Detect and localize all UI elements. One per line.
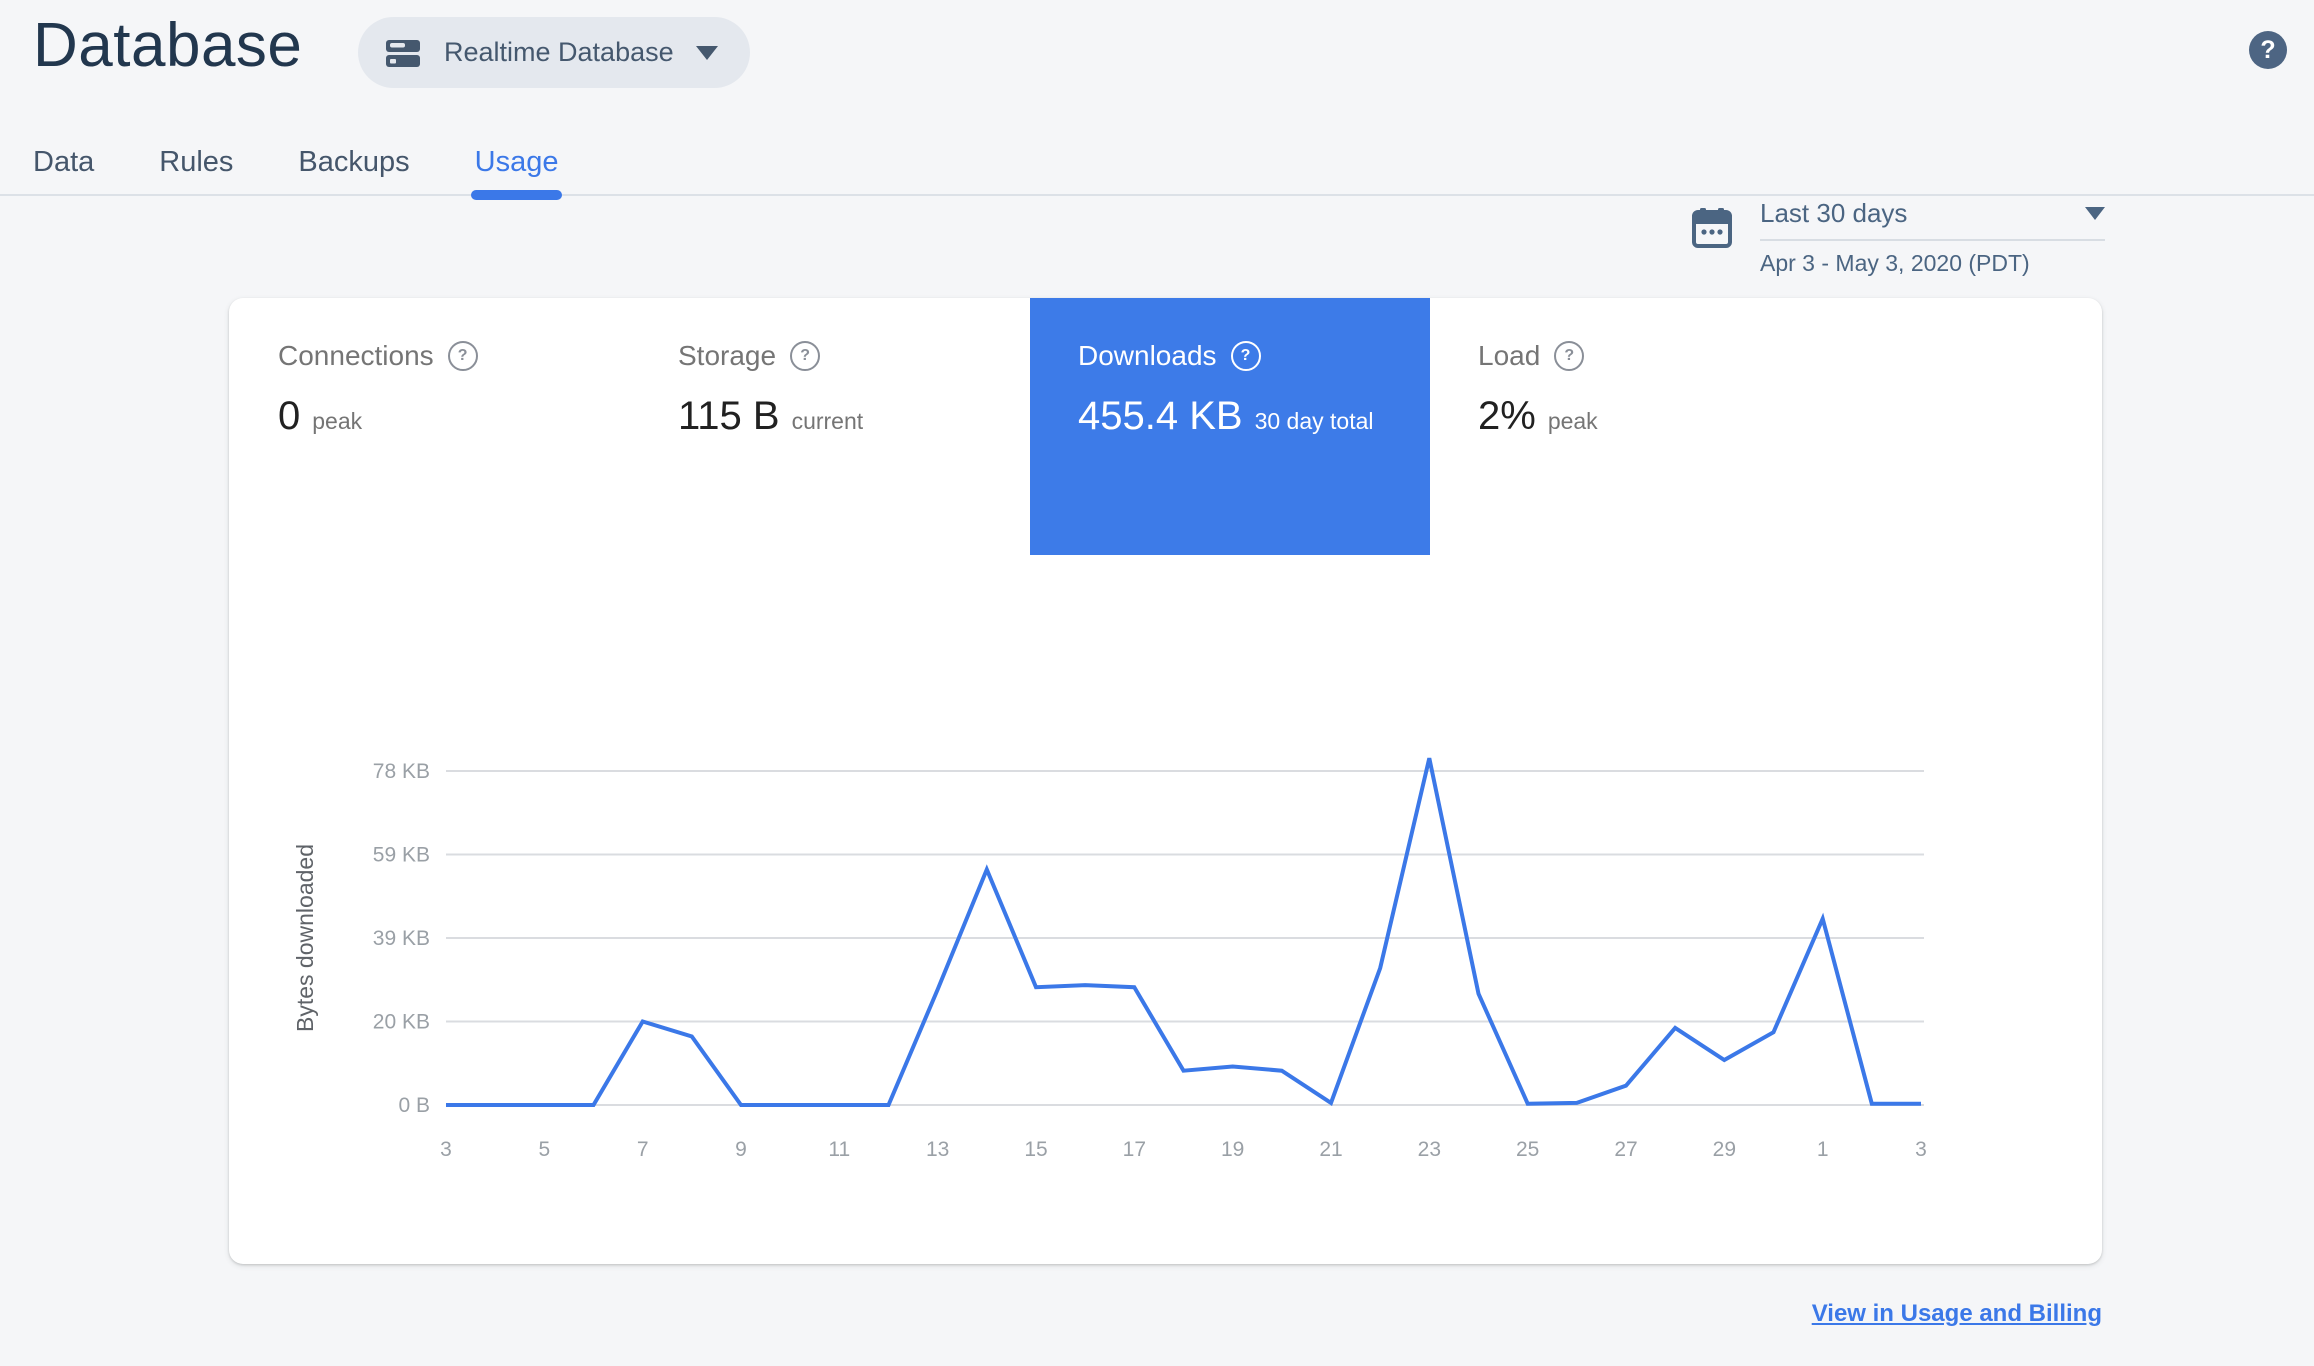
metric-label: Load [1478, 340, 1541, 371]
help-icon[interactable]: ? [447, 341, 478, 371]
metric-tab-storage[interactable]: Storage ? 115 B current [630, 298, 1030, 555]
metric-tabs: Connections ? 0 peak Storage ? 115 B cur… [230, 298, 1830, 555]
svg-text:19: 19 [1221, 1138, 1244, 1161]
svg-text:15: 15 [1024, 1138, 1047, 1161]
chevron-down-icon [2085, 207, 2105, 220]
svg-text:0 B: 0 B [398, 1094, 430, 1117]
date-range-selector[interactable]: Last 30 days Apr 3 - May 3, 2020 (PDT) [1690, 198, 2105, 277]
svg-text:3: 3 [440, 1138, 452, 1161]
metric-value: 2% [1478, 394, 1536, 438]
tab-label: Usage [474, 145, 559, 178]
svg-text:21: 21 [1319, 1138, 1342, 1161]
metric-tab-downloads[interactable]: Downloads ? 455.4 KB 30 day total [1030, 298, 1430, 555]
svg-text:7: 7 [637, 1138, 649, 1161]
usage-card: 0 B 20 KB 39 KB 59 KB 78 KB 3 5 7 9 11 13 15 17 19 21 2… [229, 298, 2102, 1264]
svg-text:29: 29 [1713, 1138, 1736, 1161]
help-icon[interactable]: ? [790, 341, 821, 371]
help-icon[interactable]: ? [1230, 341, 1261, 371]
tab-label: Data [33, 145, 95, 178]
svg-text:9: 9 [735, 1138, 747, 1161]
date-range-text: Last 30 days Apr 3 - May 3, 2020 (PDT) [1760, 198, 2105, 277]
svg-text:23: 23 [1418, 1138, 1441, 1161]
svg-text:13: 13 [926, 1138, 949, 1161]
metric-unit: 30 day total [1254, 408, 1374, 434]
metric-label: Downloads [1078, 340, 1217, 371]
calendar-icon [1690, 206, 1734, 277]
svg-text:5: 5 [538, 1138, 550, 1161]
tab-bar: Data Rules Backups Usage [0, 130, 2314, 200]
chevron-down-icon [695, 45, 718, 60]
view-usage-billing-link[interactable]: View in Usage and Billing [1812, 1300, 2102, 1328]
metric-value: 0 [278, 394, 301, 438]
date-range-detail: Apr 3 - May 3, 2020 (PDT) [1760, 250, 2030, 276]
svg-text:59 KB: 59 KB [373, 844, 430, 867]
metric-tab-load[interactable]: Load ? 2% peak [1430, 298, 1830, 555]
tab-label: Backups [298, 145, 410, 178]
database-instance-selector[interactable]: Realtime Database [358, 17, 750, 88]
svg-text:39 KB: 39 KB [373, 927, 430, 950]
tab-data[interactable]: Data [33, 130, 94, 194]
database-icon [384, 34, 422, 72]
svg-text:17: 17 [1123, 1138, 1146, 1161]
metric-unit: current [791, 408, 864, 434]
tab-rules[interactable]: Rules [159, 130, 233, 194]
metric-unit: peak [312, 408, 363, 434]
page-title: Database [33, 11, 303, 80]
metric-tab-connections[interactable]: Connections ? 0 peak [230, 298, 630, 555]
help-button[interactable]: ? [2249, 31, 2287, 69]
svg-text:78 KB: 78 KB [373, 760, 430, 783]
metric-value: 455.4 KB [1078, 394, 1243, 438]
firebase-database-usage-page: Database Realtime Database ? Data Rules … [0, 0, 2314, 1366]
date-range-preset: Last 30 days [1760, 198, 1908, 228]
active-tab-indicator [470, 190, 563, 200]
metric-unit: peak [1547, 408, 1598, 434]
svg-text:20 KB: 20 KB [373, 1011, 430, 1034]
database-instance-label: Realtime Database [444, 37, 674, 67]
help-icon: ? [2260, 35, 2276, 64]
metric-value: 115 B [678, 394, 780, 438]
svg-text:3: 3 [1915, 1138, 1927, 1161]
help-icon[interactable]: ? [1554, 341, 1585, 371]
svg-text:1: 1 [1817, 1138, 1829, 1161]
metric-label: Storage [678, 340, 777, 371]
metric-label: Connections [278, 340, 434, 371]
tab-usage[interactable]: Usage [470, 130, 563, 200]
svg-text:Bytes downloaded: Bytes downloaded [292, 844, 318, 1032]
svg-text:27: 27 [1614, 1138, 1637, 1161]
tab-backups[interactable]: Backups [298, 130, 409, 194]
tab-label: Rules [159, 145, 234, 178]
svg-text:25: 25 [1516, 1138, 1539, 1161]
svg-text:11: 11 [828, 1138, 850, 1161]
